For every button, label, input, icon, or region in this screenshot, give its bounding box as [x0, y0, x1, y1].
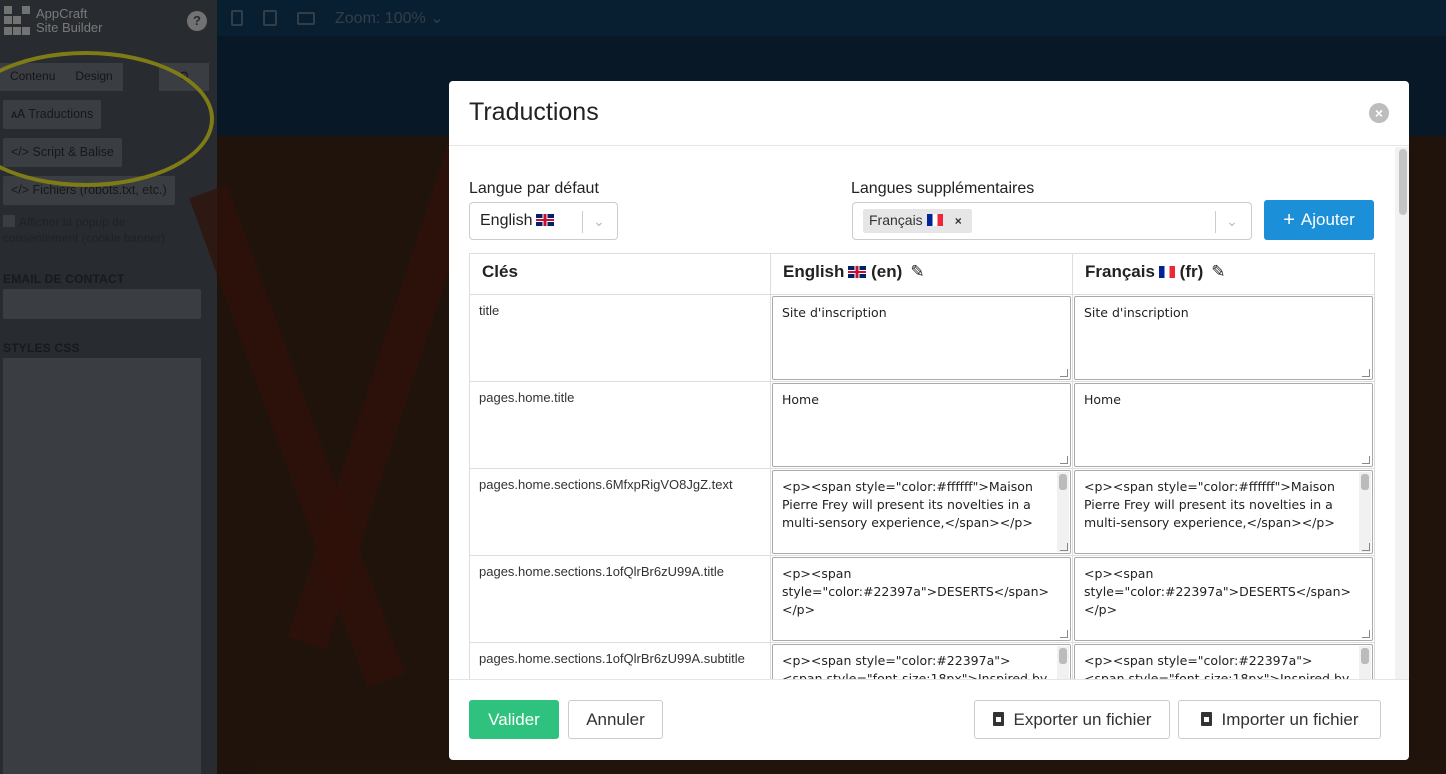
translation-field-fr[interactable]: Home [1074, 383, 1373, 467]
resize-handle-icon[interactable] [1060, 543, 1068, 551]
modal-body: Langue par défaut English ⌄ Langues supp… [449, 147, 1409, 679]
import-file-label: Importer un fichier [1221, 710, 1359, 729]
translation-key: title [469, 294, 771, 382]
fr-flag-icon [926, 214, 943, 226]
resize-handle-icon[interactable] [1362, 630, 1370, 638]
textarea-scrollbar[interactable] [1359, 646, 1371, 679]
close-icon[interactable]: × [1369, 103, 1389, 123]
translation-text-en: <p><span style="color:#ffffff">Maison Pi… [782, 479, 1033, 530]
textarea-scrollbar[interactable] [1057, 646, 1069, 679]
column-header-fr-code: (fr) [1179, 262, 1204, 281]
translation-field-fr[interactable]: Site d'inscription [1074, 296, 1373, 380]
column-header-en-code: (en) [871, 262, 903, 281]
resize-handle-icon[interactable] [1362, 456, 1370, 464]
file-export-icon [992, 712, 1004, 726]
validate-button[interactable]: Valider [469, 700, 559, 739]
resize-handle-icon[interactable] [1362, 369, 1370, 377]
translation-text-fr: <p><span style="color:#22397a">DESERTS</… [1084, 566, 1351, 617]
modal-title: Traductions [469, 98, 599, 126]
remove-tag-icon[interactable]: × [951, 214, 966, 228]
resize-handle-icon[interactable] [1060, 369, 1068, 377]
translation-key: pages.home.sections.6MfxpRigVO8JgZ.text [469, 468, 771, 556]
file-import-icon [1200, 712, 1212, 726]
table-row: pages.home.sections.1ofQlrBr6zU99A.subti… [469, 642, 1375, 679]
translation-field-en[interactable]: Site d'inscription [772, 296, 1071, 380]
translation-field-en[interactable]: <p><span style="color:#22397a">DESERTS</… [772, 557, 1071, 641]
table-row: title Site d'inscription Site d'inscript… [469, 294, 1375, 382]
extra-languages-select[interactable]: Français × ⌄ [852, 202, 1252, 240]
modal-scrollbar-thumb[interactable] [1399, 149, 1407, 215]
add-language-button[interactable]: + Ajouter [1264, 200, 1374, 240]
table-row: pages.home.sections.1ofQlrBr6zU99A.title… [469, 555, 1375, 643]
translation-key: pages.home.sections.1ofQlrBr6zU99A.title [469, 555, 771, 643]
column-header-keys: Clés [469, 253, 771, 295]
translation-field-fr[interactable]: <p><span style="color:#22397a"><span sty… [1074, 644, 1373, 679]
resize-handle-icon[interactable] [1362, 543, 1370, 551]
uk-flag-icon [536, 214, 555, 226]
resize-handle-icon[interactable] [1060, 630, 1068, 638]
translation-text-fr: <p><span style="color:#ffffff">Maison Pi… [1084, 479, 1335, 530]
default-language-select[interactable]: English ⌄ [469, 202, 618, 240]
column-header-en-label: English [783, 262, 845, 281]
default-language-label: Langue par défaut [469, 180, 599, 197]
translation-key: pages.home.title [469, 381, 771, 469]
plus-icon: + [1283, 209, 1295, 231]
uk-flag-icon [848, 266, 867, 278]
translation-field-en[interactable]: Home [772, 383, 1071, 467]
translation-field-en[interactable]: <p><span style="color:#22397a"><span sty… [772, 644, 1071, 679]
column-header-fr-label: Français [1085, 262, 1155, 281]
add-language-label: Ajouter [1300, 210, 1355, 229]
translation-text-en: Home [782, 392, 819, 407]
edit-icon[interactable]: ✎ [910, 262, 924, 282]
table-row: pages.home.title Home Home [469, 381, 1375, 469]
chevron-down-icon: ⌄ [593, 213, 605, 229]
translation-text-en: Site d'inscription [782, 305, 887, 320]
translation-field-en[interactable]: <p><span style="color:#ffffff">Maison Pi… [772, 470, 1071, 554]
translation-text-en: <p><span style="color:#22397a">DESERTS</… [782, 566, 1049, 617]
export-file-button[interactable]: Exporter un fichier [974, 700, 1170, 739]
modal-footer: Valider Annuler Exporter un fichier Impo… [449, 679, 1409, 760]
language-tag-label: Français [869, 212, 923, 228]
translation-text-fr: Site d'inscription [1084, 305, 1189, 320]
translation-text-en: <p><span style="color:#22397a"><span sty… [782, 653, 1048, 679]
table-row: pages.home.sections.6MfxpRigVO8JgZ.text … [469, 468, 1375, 556]
modal-scrollbar[interactable] [1395, 147, 1409, 679]
resize-handle-icon[interactable] [1060, 456, 1068, 464]
extra-languages-label: Langues supplémentaires [851, 180, 1035, 197]
translation-field-fr[interactable]: <p><span style="color:#ffffff">Maison Pi… [1074, 470, 1373, 554]
translation-field-fr[interactable]: <p><span style="color:#22397a">DESERTS</… [1074, 557, 1373, 641]
fr-flag-icon [1158, 266, 1175, 278]
textarea-scrollbar[interactable] [1057, 472, 1069, 552]
default-language-value: English [480, 212, 533, 229]
chevron-down-icon: ⌄ [1226, 213, 1238, 229]
import-file-button[interactable]: Importer un fichier [1178, 700, 1381, 739]
translations-modal: Traductions × Langue par défaut English … [449, 81, 1409, 760]
column-header-en: English (en) ✎ [770, 253, 1073, 295]
edit-icon[interactable]: ✎ [1211, 262, 1225, 282]
export-file-label: Exporter un fichier [1013, 710, 1152, 729]
translations-table: Clés English (en) ✎ Français (fr) ✎ title … [469, 253, 1375, 679]
translation-key: pages.home.sections.1ofQlrBr6zU99A.subti… [469, 642, 771, 679]
cancel-button[interactable]: Annuler [568, 700, 663, 739]
language-tag-fr: Français × [863, 209, 972, 233]
modal-header: Traductions × [449, 81, 1409, 146]
translation-text-fr: Home [1084, 392, 1121, 407]
textarea-scrollbar[interactable] [1359, 472, 1371, 552]
column-header-fr: Français (fr) ✎ [1072, 253, 1375, 295]
translation-text-fr: <p><span style="color:#22397a"><span sty… [1084, 653, 1350, 679]
